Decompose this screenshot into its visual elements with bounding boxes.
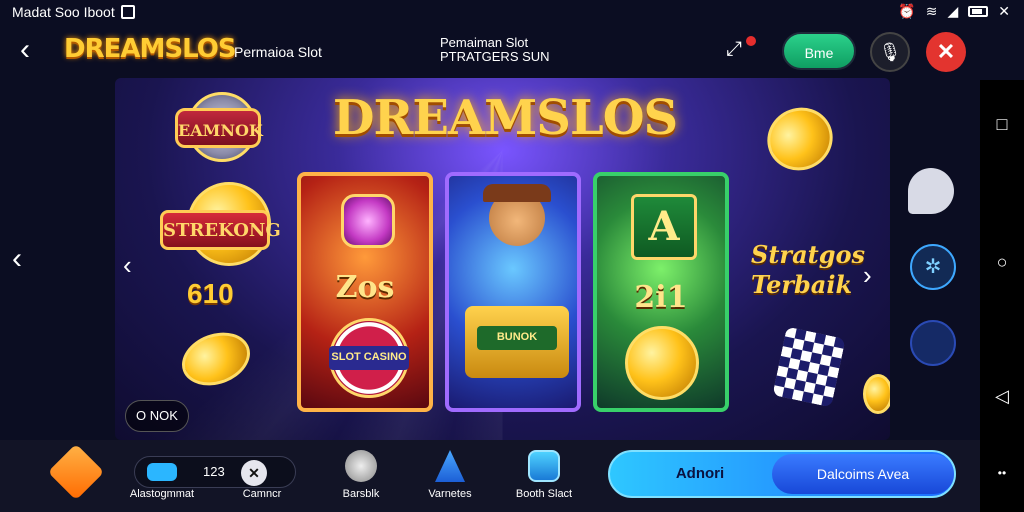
card-3-value: 2i1 [634, 280, 688, 315]
close-icon[interactable]: ✕ [998, 3, 1010, 20]
settings-gear-icon[interactable]: ✲ [910, 244, 956, 290]
gift-button[interactable]: Booth Slact [510, 450, 578, 500]
header-center-line1: Pemaiman Slot [440, 35, 529, 50]
promo-banner[interactable]: DREAMSLOS ‹ › EAMNOK STREKONG 610 O NOK … [115, 78, 890, 440]
pen-button[interactable]: Varnetes [420, 450, 480, 500]
bottom-toolbar: Alastogmmat 123 ✕ Camncr Barsblk Varnete… [0, 440, 980, 512]
bottom-label-5: Booth Slact [515, 488, 573, 500]
magnifier-icon [341, 194, 395, 248]
blue-round-button[interactable] [910, 320, 956, 366]
prev-page-arrow-icon[interactable]: ‹ [12, 244, 22, 274]
diamond-button[interactable] [47, 443, 105, 501]
back-arrow-icon[interactable]: ‹ [10, 32, 40, 68]
home-circle-icon[interactable]: ○ [992, 252, 1012, 273]
recent-apps-icon[interactable]: □ [992, 114, 1012, 135]
microphone-icon[interactable]: 🎙 [870, 32, 910, 72]
chat-button[interactable]: Barsblk [338, 450, 384, 500]
app-root: Madat Soo Iboot ⏰ ≋ ◢ ✕ ‹ DREAMSLOS Perm… [0, 0, 1024, 512]
right-promo-text: Stratgos Terbaik [751, 240, 871, 300]
header-center-line2: PTRATGERS SUN [440, 49, 550, 64]
back-triangle-icon[interactable]: ◁ [992, 386, 1012, 407]
bottom-label-3: Barsblk [342, 488, 380, 500]
status-bar: Madat Soo Iboot ⏰ ≋ ◢ ✕ [0, 0, 1024, 24]
system-nav-bar: □ ○ ◁ •• [980, 80, 1024, 512]
image-icon [120, 5, 135, 19]
cta-button-group: Adnori Dalcoims Avea [608, 450, 956, 498]
counter-value: 123 [203, 464, 225, 479]
banner-title: DREAMSLOS [332, 90, 678, 146]
share-icon[interactable]: ⤢ [726, 36, 756, 64]
cta-right-button[interactable]: Dalcoims Avea [772, 454, 954, 494]
chip-label[interactable]: O NOK [125, 400, 189, 432]
badge-top: EAMNOK [175, 108, 263, 148]
slot-card-3[interactable]: A 2i1 [593, 172, 729, 412]
bottom-label-1: Alastogmmat [129, 488, 195, 500]
counter-pill[interactable]: 123 ✕ [134, 456, 296, 488]
more-dots-icon[interactable]: •• [992, 466, 1012, 480]
slot-card-1[interactable]: Zos SLOT CASINO [297, 172, 433, 412]
chat-bubble-icon[interactable] [908, 168, 954, 214]
left-number: 610 [187, 278, 234, 309]
notification-dot [746, 36, 756, 46]
status-text: Madat Soo Iboot [12, 4, 115, 20]
app-logo: DREAMSLOS [64, 34, 237, 64]
pen-icon [435, 450, 465, 482]
card-1-tag: SLOT CASINO [329, 346, 409, 370]
header-subtitle: Permaioa Slot [234, 44, 322, 60]
diamond-icon [47, 443, 105, 501]
green-action-button[interactable]: Bme [782, 32, 856, 70]
wifi-icon: ≋ [925, 3, 938, 19]
chat-icon [345, 450, 377, 482]
bottom-label-4: Varnetes [428, 488, 472, 500]
header-center-text: Pemaiman Slot PTRATGERS SUN [440, 36, 550, 64]
app-header: ‹ DREAMSLOS Permaioa Slot Pemaiman Slot … [0, 24, 1024, 78]
alarm-icon: ⏰ [898, 3, 916, 19]
card-2-tag: BUNOK [477, 326, 557, 350]
banner-prev-arrow-icon[interactable]: ‹ [123, 250, 132, 280]
wallet-icon [147, 463, 177, 481]
right-text-line1: Stratgos [751, 240, 865, 269]
gift-icon [528, 450, 560, 482]
battery-icon [968, 6, 989, 17]
slot-card-2[interactable]: BUNOK [445, 172, 581, 412]
cta-left-button[interactable]: Adnori [610, 452, 790, 496]
card-3-coin-icon [625, 326, 699, 400]
letter-a-tile: A [631, 194, 697, 260]
bottom-label-2: Camncr [242, 488, 282, 500]
signal-icon: ◢ [947, 3, 959, 19]
badge-middle: STREKONG [160, 210, 281, 250]
mascot-hat-icon [483, 184, 551, 202]
card-1-value: Zos [335, 270, 395, 305]
right-text-line2: Terbaik [751, 270, 853, 299]
edge-coin-icon [863, 374, 890, 414]
close-button[interactable]: ✕ [926, 32, 966, 72]
close-circle-icon[interactable]: ✕ [241, 460, 267, 486]
